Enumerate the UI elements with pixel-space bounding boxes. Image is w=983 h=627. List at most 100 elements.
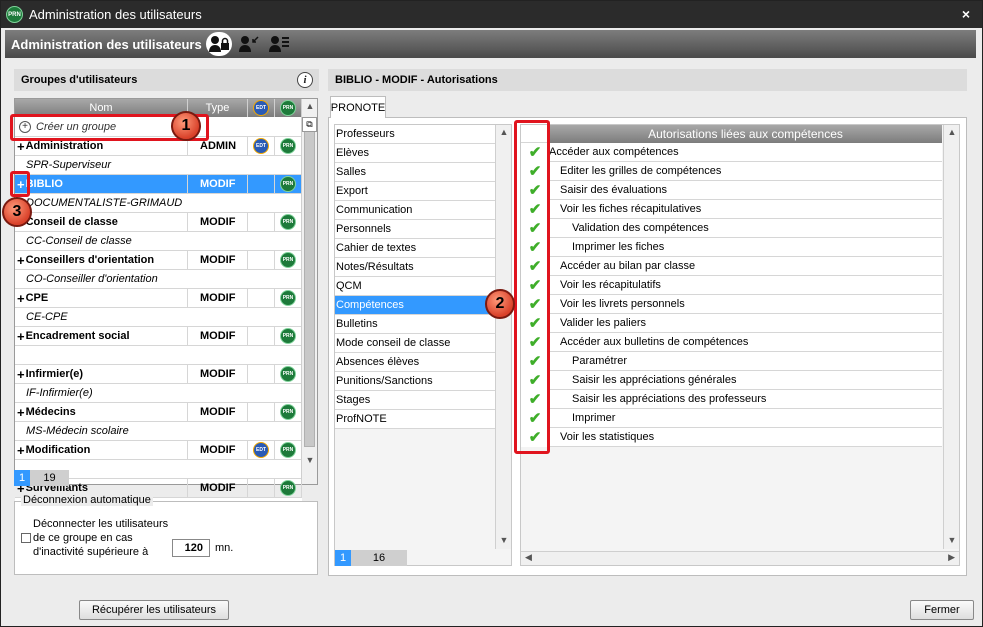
expand-plus-icon[interactable]: +: [17, 443, 25, 458]
group-prn-cell[interactable]: PRN: [275, 365, 302, 383]
authorization-row: ✔ Saisir des évaluations: [521, 180, 942, 200]
authorization-label: Valider les paliers: [560, 317, 647, 329]
authorization-row: ✔ Voir les livrets personnels: [521, 294, 942, 314]
close-icon[interactable]: ×: [962, 6, 970, 22]
scroll-left-icon[interactable]: ◀: [525, 552, 532, 563]
group-subtitle: IF-Infirmier(e): [15, 384, 302, 403]
authorization-label: Voir les récapitulatifs: [560, 279, 661, 291]
group-row[interactable]: +Conseil de classeMODIF PRN: [15, 213, 302, 232]
category-item[interactable]: Personnels: [335, 220, 496, 239]
scroll-up-icon[interactable]: ▲: [944, 127, 960, 137]
group-name: Médecins: [25, 406, 76, 418]
group-edt-cell[interactable]: [248, 479, 275, 497]
auto-disconnect-legend: Déconnexion automatique: [21, 494, 153, 506]
category-item[interactable]: Stages: [335, 391, 496, 410]
category-item[interactable]: Notes/Résultats: [335, 258, 496, 277]
category-item[interactable]: Salles: [335, 163, 496, 182]
groups-scrollbar[interactable]: ▲ ▼: [301, 99, 317, 484]
authorizations-hscrollbar[interactable]: ◀ ▶: [521, 551, 959, 565]
authorization-row: ✔ Accéder au bilan par classe: [521, 256, 942, 276]
category-item[interactable]: Export: [335, 182, 496, 201]
auto-disconnect-checkbox[interactable]: [21, 533, 31, 543]
category-item[interactable]: ProfNOTE: [335, 410, 496, 429]
group-edt-cell[interactable]: [248, 175, 275, 193]
category-item[interactable]: QCM: [335, 277, 496, 296]
group-name-cell: + Conseillers d'orientation: [15, 251, 188, 269]
category-item[interactable]: Absences élèves: [335, 353, 496, 372]
group-type: MODIF: [188, 213, 248, 231]
copy-icon[interactable]: ⧉: [302, 117, 317, 132]
group-prn-cell[interactable]: PRN: [275, 441, 302, 459]
expand-plus-icon[interactable]: +: [17, 291, 25, 306]
column-header-edt[interactable]: EDT: [248, 99, 275, 117]
expand-plus-icon[interactable]: +: [17, 329, 25, 344]
authorizations-scrollbar[interactable]: ▲ ▼: [943, 125, 959, 549]
categories-list: Professeurs Elèves Salles Export Communicati…: [334, 124, 512, 566]
user-list-icon[interactable]: [266, 32, 292, 56]
group-edt-cell[interactable]: EDT: [248, 137, 275, 155]
categories-scrollbar[interactable]: ▲ ▼: [495, 125, 511, 549]
group-prn-cell[interactable]: PRN: [275, 251, 302, 269]
group-edt-cell[interactable]: [248, 403, 275, 421]
category-item[interactable]: Mode conseil de classe: [335, 334, 496, 353]
expand-plus-icon[interactable]: +: [17, 253, 25, 268]
scroll-thumb[interactable]: [304, 119, 315, 447]
group-subtitle: [15, 346, 302, 365]
group-edt-cell[interactable]: [248, 213, 275, 231]
group-row[interactable]: + Modification MODIF EDT PRN: [15, 441, 302, 460]
group-row[interactable]: + Infirmier(e) MODIF PRN: [15, 365, 302, 384]
group-prn-cell[interactable]: PRN: [275, 213, 302, 231]
category-item[interactable]: Communication: [335, 201, 496, 220]
group-edt-cell[interactable]: [248, 251, 275, 269]
column-header-prn[interactable]: PRN: [275, 99, 302, 117]
scroll-down-icon[interactable]: ▼: [302, 455, 318, 465]
category-item[interactable]: Punitions/Sanctions: [335, 372, 496, 391]
group-name: Encadrement social: [25, 330, 130, 342]
group-prn-cell[interactable]: PRN: [275, 137, 302, 155]
scroll-down-icon[interactable]: ▼: [496, 535, 512, 545]
group-row[interactable]: + Médecins MODIF PRN: [15, 403, 302, 422]
authorization-row: ✔ Valider les paliers: [521, 313, 942, 333]
user-lock-icon[interactable]: [205, 32, 232, 56]
scroll-up-icon[interactable]: ▲: [496, 127, 512, 137]
user-arrow-icon[interactable]: [236, 32, 262, 56]
group-edt-cell[interactable]: [248, 327, 275, 345]
expand-plus-icon[interactable]: +: [17, 405, 25, 420]
group-edt-cell[interactable]: [248, 365, 275, 383]
category-item[interactable]: Bulletins: [335, 315, 496, 334]
category-item[interactable]: Professeurs: [335, 125, 496, 144]
group-name-cell: + BIBLIO: [15, 175, 188, 193]
scroll-right-icon[interactable]: ▶: [948, 552, 955, 563]
recover-users-button[interactable]: Récupérer les utilisateurs: [79, 600, 229, 620]
group-prn-cell[interactable]: PRN: [275, 327, 302, 345]
category-item[interactable]: Elèves: [335, 144, 496, 163]
group-prn-cell[interactable]: PRN: [275, 289, 302, 307]
category-item[interactable]: Cahier de textes: [335, 239, 496, 258]
category-item[interactable]: Compétences: [335, 296, 496, 315]
group-subtitle: MS-Médecin scolaire: [15, 422, 302, 441]
group-row[interactable]: + Conseillers d'orientation MODIF PRN: [15, 251, 302, 270]
scroll-down-icon[interactable]: ▼: [944, 535, 960, 545]
expand-plus-icon[interactable]: +: [17, 367, 25, 382]
group-row[interactable]: + Encadrement social MODIF PRN: [15, 327, 302, 346]
tab-pronote[interactable]: PRONOTE: [330, 96, 386, 118]
group-prn-cell[interactable]: PRN: [275, 175, 302, 193]
authorization-row: ✔ Saisir les appréciations générales: [521, 370, 942, 390]
group-type: MODIF: [188, 327, 248, 345]
page-header: Administration des utilisateurs: [5, 30, 976, 58]
authorization-label: Voir les fiches récapitulatives: [560, 203, 702, 215]
close-button[interactable]: Fermer: [910, 600, 974, 620]
group-prn-cell[interactable]: PRN: [275, 403, 302, 421]
scroll-up-icon[interactable]: ▲: [302, 101, 318, 111]
group-row[interactable]: + BIBLIO MODIF PRN: [15, 175, 302, 194]
authorization-label: Saisir les appréciations générales: [572, 374, 737, 386]
group-row[interactable]: + CPE MODIF PRN: [15, 289, 302, 308]
authorization-label: Imprimer: [572, 412, 616, 424]
info-icon[interactable]: i: [297, 72, 313, 88]
group-edt-cell[interactable]: [248, 289, 275, 307]
authorization-row: ✔ Voir les fiches récapitulatives: [521, 199, 942, 219]
group-subtitle: CO-Conseiller d'orientation: [15, 270, 302, 289]
group-prn-cell[interactable]: PRN: [275, 479, 302, 497]
inactivity-minutes-input[interactable]: 120: [172, 539, 210, 557]
group-edt-cell[interactable]: EDT: [248, 441, 275, 459]
